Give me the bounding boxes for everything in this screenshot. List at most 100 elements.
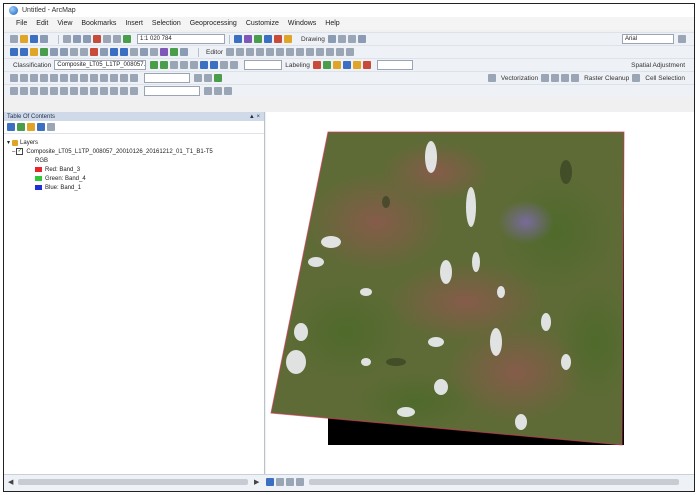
delete-icon[interactable] [93,35,101,43]
drawing-menu[interactable]: Drawing [301,36,325,43]
flip-icon[interactable] [100,74,108,82]
menu-bookmarks[interactable]: Bookmarks [81,20,116,27]
label-weight-icon[interactable] [332,61,341,69]
go-to-xy-icon[interactable] [170,48,178,56]
clear-selection-icon[interactable] [100,48,108,56]
undo-icon[interactable] [103,35,111,43]
layer-georef-icon[interactable] [130,74,138,82]
rotate-icon[interactable] [337,35,346,43]
training-sample-icon[interactable] [150,61,159,69]
menu-geoprocessing[interactable]: Geoprocessing [190,20,237,27]
select-elements-icon[interactable] [327,35,336,43]
classification-menu[interactable]: Classification [13,62,51,69]
rectify-icon[interactable] [90,74,98,82]
editor-menu[interactable]: Editor [206,49,223,56]
sketch-properties-icon[interactable] [345,48,354,56]
cut-polygons-icon[interactable] [305,48,314,56]
sample-manager-icon[interactable] [200,61,209,69]
python-icon[interactable] [284,35,292,43]
rotate-feature-icon[interactable] [325,48,334,56]
redo-icon[interactable] [113,35,121,43]
hyperlink-icon[interactable] [130,48,138,56]
layer-combo[interactable]: Composite_LT05_L1TP_008057... [54,60,147,70]
auto-adjust-icon[interactable] [70,74,78,82]
time-slider-icon[interactable] [180,48,188,56]
scroll-right-icon[interactable]: ▶ [254,478,259,486]
labeling-menu[interactable]: Labeling [285,62,310,69]
pause-drawing-icon[interactable] [296,478,304,486]
full-extent-icon[interactable] [40,48,48,56]
list-by-source-icon[interactable] [17,123,25,131]
layout-view-icon[interactable] [276,478,284,486]
map-scrollbar[interactable] [309,479,679,485]
spatial-adjustment-menu[interactable]: Spatial Adjustment [631,62,685,69]
cell-selection-menu[interactable]: Cell Selection [645,75,685,82]
polygon-sample-icon[interactable] [160,61,169,69]
fit-display-icon[interactable] [110,74,118,82]
vector-trace-icon[interactable] [561,74,570,82]
editor-toolbar-icon[interactable] [234,35,242,43]
collapse-icon[interactable]: – [12,149,15,155]
edit-tool-icon[interactable] [225,48,234,56]
edit-annotation-icon[interactable] [235,48,244,56]
menu-windows[interactable]: Windows [288,20,316,27]
classify-icon[interactable] [210,61,219,69]
new-icon[interactable] [10,35,18,43]
menu-file[interactable]: File [16,20,27,27]
label-style-combo[interactable] [376,60,413,70]
layer-checkbox-icon[interactable]: ✓ [16,148,24,155]
arctoolbox-icon[interactable] [274,35,282,43]
scroll-left-icon[interactable]: ◀ [8,478,13,486]
paste-icon[interactable] [83,35,91,43]
zoom-out-icon[interactable] [20,48,28,56]
identify-icon[interactable] [120,48,128,56]
find-icon[interactable] [160,48,168,56]
vector-erase-icon[interactable] [571,74,580,82]
layers-group[interactable]: ▾ Layers [7,138,264,147]
data-view-icon[interactable] [266,478,274,486]
add-control-points-icon[interactable] [20,74,28,82]
search-window-icon[interactable] [264,35,272,43]
scatterplot-icon[interactable] [220,61,229,69]
label-priority-icon[interactable] [322,61,331,69]
circle-sample-icon[interactable] [170,61,179,69]
add-data-icon[interactable] [123,35,131,43]
region-grow-icon[interactable] [190,61,199,69]
layout-refresh-icon[interactable] [214,74,222,82]
freehand-sample-icon[interactable] [180,61,189,69]
reshape-icon[interactable] [295,48,304,56]
text-icon[interactable] [357,35,366,43]
display-grid-icon[interactable] [204,74,212,82]
back-extent-icon[interactable] [70,48,78,56]
toggle-links-icon[interactable] [120,74,128,82]
vectorization-menu[interactable]: Vectorization [501,75,538,82]
toc-options-icon[interactable] [47,123,55,131]
measure-icon[interactable] [150,48,158,56]
forward-extent-icon[interactable] [80,48,88,56]
georef-layer-combo[interactable] [144,73,190,83]
select-features-icon[interactable] [90,48,98,56]
html-popup-icon[interactable] [140,48,148,56]
list-by-drawing-order-icon[interactable] [7,123,15,131]
vectorization-icon[interactable] [487,74,496,82]
refresh-icon[interactable] [286,478,294,486]
raster-layer-row[interactable]: – ✓ Composite_LT05_L1TP_008057_20010126_… [7,147,264,156]
toc-scrollbar[interactable] [18,479,248,485]
toc-pin-icon[interactable]: ▲ × [249,114,260,120]
cleanup-tools-icon[interactable] [632,74,641,82]
toc-window-icon[interactable] [244,35,252,43]
point-icon[interactable] [275,48,284,56]
label-manager-icon[interactable] [312,61,321,69]
menu-insert[interactable]: Insert [125,20,143,27]
lock-labels-icon[interactable] [342,61,351,69]
view-link-table-icon[interactable] [30,74,38,82]
histogram-icon[interactable] [230,61,239,69]
scale-raster-icon[interactable] [60,74,68,82]
pause-labeling-icon[interactable] [352,61,361,69]
rectangle-icon[interactable] [347,35,356,43]
map-canvas[interactable] [266,112,694,475]
update-display-icon[interactable] [80,74,88,82]
shift-raster-icon[interactable] [50,74,58,82]
save-icon[interactable] [30,35,38,43]
menu-edit[interactable]: Edit [36,20,48,27]
